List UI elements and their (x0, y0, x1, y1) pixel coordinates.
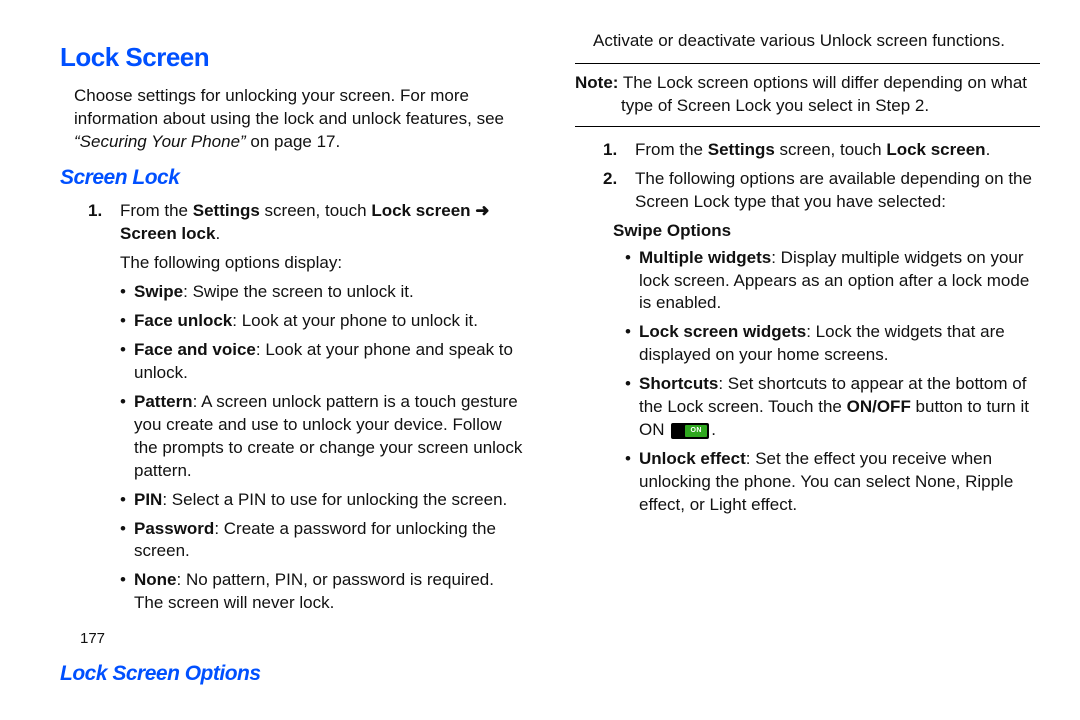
t: screen, touch (775, 140, 887, 159)
list-item: None: No pattern, PIN, or password is re… (120, 569, 525, 615)
step-number: 1. (575, 139, 629, 162)
list-item: PIN: Select a PIN to use for unlocking t… (120, 489, 525, 512)
step-number: 1. (60, 200, 114, 246)
t: From the (120, 201, 193, 220)
note-label: Note: (575, 73, 618, 92)
intro-text-2: on page 17. (246, 132, 341, 151)
swipe-options-list: Multiple widgets: Display multiple widge… (625, 247, 1040, 517)
intro-text-1: Choose settings for unlocking your scree… (74, 86, 504, 128)
list-item: Face unlock: Look at your phone to unloc… (120, 310, 525, 333)
t: : Look at your phone to unlock it. (232, 311, 478, 330)
list-item: Lock screen widgets: Lock the widgets th… (625, 321, 1040, 367)
t: Settings (708, 140, 775, 159)
list-item: Swipe: Swipe the screen to unlock it. (120, 281, 525, 304)
t: : No pattern, PIN, or password is requir… (134, 570, 494, 612)
t: . (215, 224, 220, 243)
on-toggle-icon: ON (671, 423, 709, 439)
t: Screen lock (120, 224, 215, 243)
t: Password (134, 519, 214, 538)
t: Face unlock (134, 311, 232, 330)
t: Swipe (134, 282, 183, 301)
t: ON/OFF (847, 397, 911, 416)
toggle-knob: ON (685, 425, 707, 437)
step-content: From the Settings screen, touch Lock scr… (629, 139, 1040, 162)
heading-lock-screen-options: Lock Screen Options (60, 660, 525, 688)
heading-lock-screen: Lock Screen (60, 40, 525, 75)
note-text: The Lock screen options will differ depe… (618, 73, 1027, 115)
t: . (986, 140, 991, 159)
list-item: Multiple widgets: Display multiple widge… (625, 247, 1040, 316)
t: Settings (193, 201, 260, 220)
arrow-icon: ➜ (471, 201, 490, 220)
t: Face and voice (134, 340, 256, 359)
screen-lock-options-list: Swipe: Swipe the screen to unlock it. Fa… (120, 281, 525, 615)
list-item: Password: Create a password for unlockin… (120, 518, 525, 564)
t: Shortcuts (639, 374, 718, 393)
screen-lock-steps: 1. From the Settings screen, touch Lock … (60, 200, 525, 246)
t: None (134, 570, 177, 589)
t: Lock screen (886, 140, 985, 159)
t: Unlock effect (639, 449, 746, 468)
list-item: Unlock effect: Set the effect you receiv… (625, 448, 1040, 517)
intro-italic-ref: “Securing Your Phone” (74, 132, 246, 151)
heading-screen-lock: Screen Lock (60, 164, 525, 192)
list-item: Shortcuts: Set shortcuts to appear at th… (625, 373, 1040, 442)
options-steps: 1. From the Settings screen, touch Lock … (575, 139, 1040, 214)
page-content: Lock Screen Choose settings for unlockin… (0, 0, 1080, 720)
step-number: 2. (575, 168, 629, 214)
t: screen, touch (260, 201, 372, 220)
t: : Swipe the screen to unlock it. (183, 282, 414, 301)
t: Multiple widgets (639, 248, 771, 267)
t: From the (635, 140, 708, 159)
t: Lock screen (371, 201, 470, 220)
page-number: 177 (80, 629, 525, 649)
following-options-text: The following options display: (120, 252, 525, 275)
note-body: Note: The Lock screen options will diffe… (575, 72, 1040, 118)
step-content: From the Settings screen, touch Lock scr… (114, 200, 525, 246)
swipe-options-heading: Swipe Options (613, 220, 1040, 243)
step-1: 1. From the Settings screen, touch Lock … (60, 200, 525, 246)
t: PIN (134, 490, 162, 509)
t: Lock screen widgets (639, 322, 806, 341)
options-intro: Activate or deactivate various Unlock sc… (593, 30, 1040, 53)
step-2: 2. The following options are available d… (575, 168, 1040, 214)
note-block: Note: The Lock screen options will diffe… (575, 63, 1040, 127)
t: : Select a PIN to use for unlocking the … (162, 490, 507, 509)
t: : A screen unlock pattern is a touch ges… (134, 392, 522, 480)
t: . (711, 420, 716, 439)
list-item: Pattern: A screen unlock pattern is a to… (120, 391, 525, 483)
list-item: Face and voice: Look at your phone and s… (120, 339, 525, 385)
t: Pattern (134, 392, 193, 411)
intro-paragraph: Choose settings for unlocking your scree… (74, 85, 525, 154)
step-1: 1. From the Settings screen, touch Lock … (575, 139, 1040, 162)
step-content: The following options are available depe… (629, 168, 1040, 214)
